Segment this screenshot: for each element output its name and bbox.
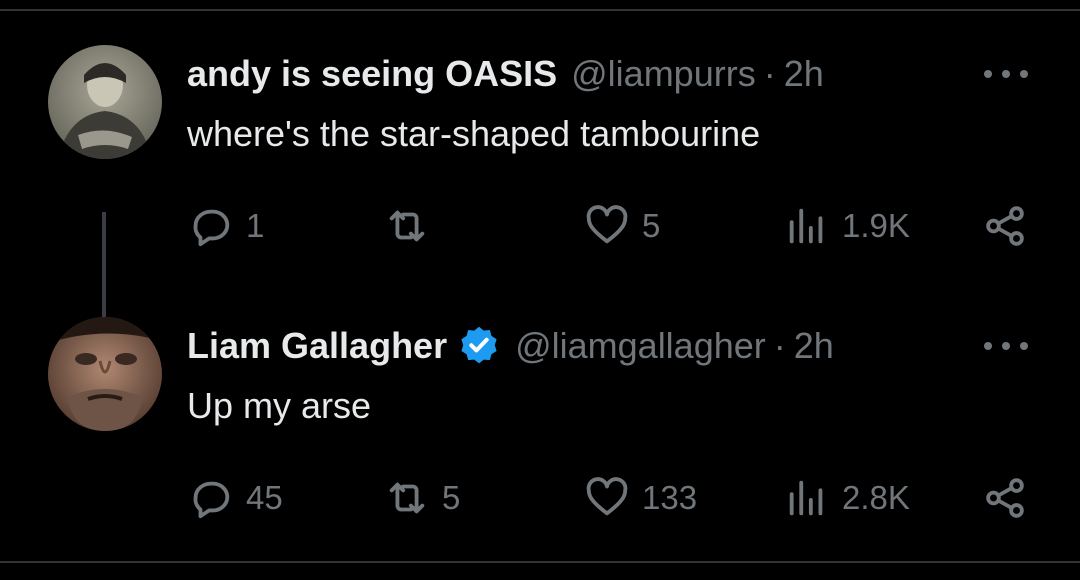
retweet-button[interactable] [384,204,442,248]
avatar[interactable] [48,45,162,159]
tweet-header: Liam Gallagher @liamgallagher · 2h [187,324,834,368]
retweet-count: 5 [442,479,461,516]
display-name[interactable]: Liam Gallagher [187,325,447,367]
retweet-button[interactable]: 5 [384,476,460,520]
like-button[interactable]: 5 [584,204,660,248]
top-divider [0,9,1080,11]
reply-icon [193,209,230,247]
separator-dot: · [763,53,776,94]
reply-count: 45 [246,479,283,516]
avatar[interactable] [48,317,162,431]
more-icon[interactable] [984,64,1028,84]
like-icon [586,205,628,244]
more-icon[interactable] [984,336,1028,356]
view-count: 1.9K [842,207,910,244]
like-button[interactable]: 133 [584,476,697,520]
reply-button[interactable]: 1 [188,204,264,248]
like-count: 5 [642,207,661,244]
share-button[interactable] [982,204,1028,248]
separator-dot: · [773,325,786,366]
user-handle[interactable]: @liamgallagher [515,325,766,367]
reply-icon [193,481,230,519]
share-button[interactable] [982,476,1028,520]
like-icon [586,477,628,516]
share-icon [986,206,1024,246]
bottom-divider [0,561,1080,563]
tweet-text: Up my arse [187,385,372,426]
retweet-icon [389,482,425,514]
views-button[interactable]: 1.9K [784,204,910,248]
timestamp[interactable]: 2h [784,53,824,95]
display-name[interactable]: andy is seeing OASIS [187,53,557,95]
reply-count: 1 [246,207,265,244]
tweet-header: andy is seeing OASIS @liampurrs · 2h [187,52,824,96]
reply-button[interactable]: 45 [188,476,283,520]
user-handle[interactable]: @liampurrs [571,53,756,95]
view-count: 2.8K [842,479,910,516]
views-icon [789,480,823,516]
share-icon [986,478,1024,518]
verified-badge-icon [461,326,497,364]
like-count: 133 [642,479,698,516]
timestamp[interactable]: 2h [794,325,834,367]
views-button[interactable]: 2.8K [784,476,910,520]
views-icon [789,208,823,244]
retweet-icon [389,210,425,242]
tweet-text: where's the star-shaped tambourine [187,113,761,154]
